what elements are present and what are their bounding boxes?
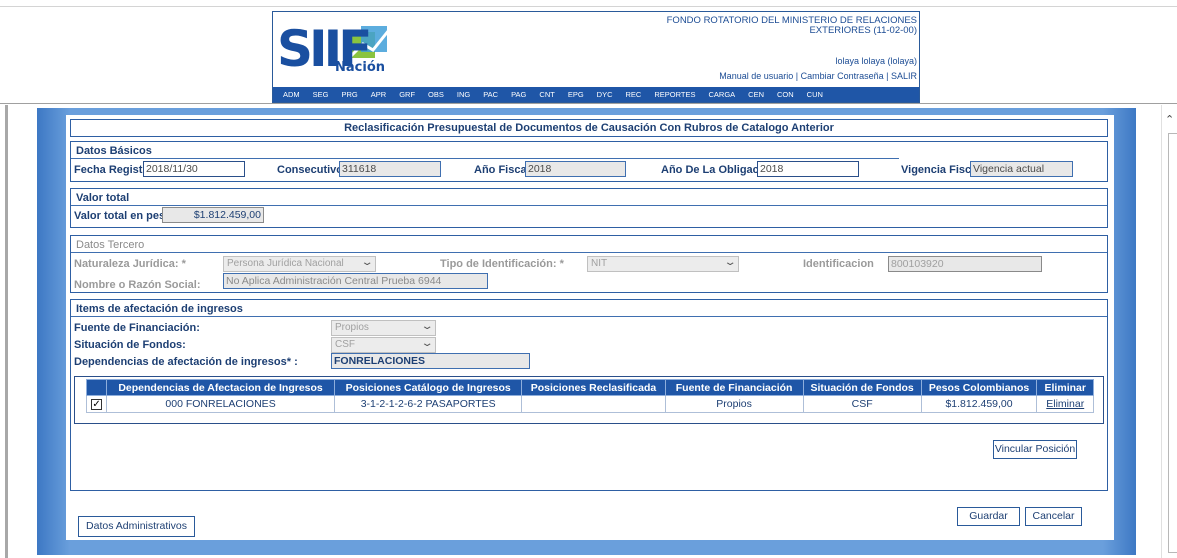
row-posicion: 3-1-2-1-2-6-2 PASAPORTES	[333, 395, 523, 413]
menu-item-cnt[interactable]: CNT	[539, 90, 554, 99]
section-title: Datos Básicos	[71, 142, 899, 159]
dependencias-label: Dependencias de afectación de ingresos* …	[74, 356, 298, 368]
nombre-label: Nombre o Razón Social:	[74, 279, 201, 291]
menu-item-adm[interactable]: ADM	[283, 90, 300, 99]
vigencia-field: Vigencia actual	[970, 161, 1073, 177]
grid-header-posiciones: Posiciones Catálogo de Ingresos	[333, 379, 523, 396]
datos-administrativos-button[interactable]: Datos Administrativos	[78, 516, 195, 537]
items-grid: Dependencias de Afectacion de Ingresos P…	[85, 379, 1094, 413]
caret-up-icon[interactable]: ⌃	[1165, 113, 1174, 126]
link-separator: |	[793, 71, 801, 81]
tipo-id-value: NIT	[591, 258, 608, 269]
check-icon[interactable]: ✓	[91, 399, 103, 410]
grid-header-row: Dependencias de Afectacion de Ingresos P…	[85, 379, 1094, 396]
dependencias-field: FONRELACIONES	[331, 353, 530, 369]
row-fuente: Propios	[664, 395, 804, 413]
link-separator: |	[883, 71, 891, 81]
menu-item-pac[interactable]: PAC	[483, 90, 498, 99]
grid-header-situacion: Situación de Fondos	[802, 379, 922, 396]
row-situacion: CSF	[802, 395, 922, 413]
menu-item-con[interactable]: CON	[777, 90, 794, 99]
section-title: Valor total	[71, 189, 1107, 206]
logout-link[interactable]: SALIR	[891, 71, 917, 81]
row-dependencia: 000 FONRELACIONES	[106, 395, 335, 413]
fuente-label: Fuente de Financiación:	[74, 322, 200, 334]
page-title: Reclasificación Presupuestal de Document…	[344, 122, 834, 134]
grid-container: Dependencias de Afectacion de Ingresos P…	[74, 376, 1104, 424]
naturaleza-label: Naturaleza Jurídica: *	[74, 258, 186, 270]
row-eliminar-cell: Eliminar	[1036, 395, 1094, 413]
valor-total-field: $1.812.459,00	[162, 207, 264, 223]
org-name: FONDO ROTATORIO DEL MINISTERIO DE RELACI…	[666, 15, 917, 36]
naturaleza-select: Persona Jurídica Nacional ⌄	[223, 256, 376, 272]
grid-header-fuente: Fuente de Financiación	[664, 379, 804, 396]
anio-fiscal-field: 2018	[525, 161, 626, 177]
menu-item-ing[interactable]: ING	[457, 90, 470, 99]
fuente-select: Propios ⌄	[331, 320, 436, 336]
identificacion-label: Identificacion	[803, 258, 874, 270]
row-pesos: $1.812.459,00	[920, 395, 1038, 413]
main-menu: ADM SEG PRG APR GRF OBS ING PAC PAG CNT …	[273, 87, 919, 102]
situacion-value: CSF	[335, 339, 355, 350]
grid-header-check	[85, 379, 108, 396]
tipo-id-label: Tipo de Identificación: *	[440, 258, 564, 270]
header-box: SIIF Nación FONDO ROTATORIO DEL MINISTER…	[272, 11, 920, 103]
left-scroll-strip	[5, 105, 8, 558]
anio-obligacion-field[interactable]: 2018	[757, 161, 859, 177]
menu-item-epg[interactable]: EPG	[568, 90, 584, 99]
grid-header-dependencias: Dependencias de Afectacion de Ingresos	[106, 379, 335, 396]
menu-item-reportes[interactable]: REPORTES	[654, 90, 695, 99]
row-reclasificada	[521, 395, 666, 413]
nombre-field: No Aplica Administración Central Prueba …	[223, 273, 488, 289]
menu-item-rec[interactable]: REC	[626, 90, 642, 99]
row-check-cell: ✓	[85, 395, 108, 413]
grid-header-pesos: Pesos Colombianos	[920, 379, 1038, 396]
menu-item-prg[interactable]: PRG	[342, 90, 358, 99]
user-links: Manual de usuario | Cambiar Contraseña |…	[719, 71, 917, 81]
menu-item-pag[interactable]: PAG	[511, 90, 526, 99]
fecha-registro-field[interactable]: 2018/11/30	[143, 161, 245, 177]
fuente-value: Propios	[335, 322, 369, 333]
scroll-track[interactable]	[1168, 133, 1177, 553]
save-button[interactable]: Guardar	[957, 507, 1020, 526]
right-scrollbar[interactable]: ⌃	[1161, 105, 1177, 558]
menu-item-dyc[interactable]: DYC	[597, 90, 613, 99]
situacion-label: Situación de Fondos:	[74, 339, 186, 351]
chevron-down-icon: ⌄	[420, 338, 434, 349]
menu-item-cen[interactable]: CEN	[748, 90, 764, 99]
grid-header-eliminar: Eliminar	[1036, 379, 1094, 396]
form-title-bar: Reclasificación Presupuestal de Document…	[70, 119, 1108, 137]
table-row: ✓ 000 FONRELACIONES 3-1-2-1-2-6-2 PASAPO…	[85, 395, 1094, 413]
eliminar-link[interactable]: Eliminar	[1046, 398, 1084, 410]
menu-item-obs[interactable]: OBS	[428, 90, 444, 99]
menu-item-carga[interactable]: CARGA	[708, 90, 735, 99]
consecutivo-label: Consecutivo:	[277, 164, 347, 176]
identificacion-field: 800103920	[888, 256, 1042, 272]
siif-logo: SIIF Nación	[277, 22, 417, 80]
logo-subtext: Nación	[335, 60, 386, 75]
naturaleza-value: Persona Jurídica Nacional	[227, 258, 344, 269]
chevron-down-icon: ⌄	[360, 257, 374, 268]
menu-item-apr[interactable]: APR	[371, 90, 386, 99]
consecutivo-field: 311618	[339, 161, 441, 177]
vincular-posicion-button[interactable]: Vincular Posición	[993, 440, 1077, 459]
chevron-down-icon: ⌄	[723, 257, 737, 268]
app-header: SIIF Nación FONDO ROTATORIO DEL MINISTER…	[0, 0, 1177, 103]
situacion-select: CSF ⌄	[331, 337, 436, 353]
section-title: Datos Tercero	[71, 236, 1107, 253]
change-password-link[interactable]: Cambiar Contraseña	[801, 71, 884, 81]
user-name: lolaya lolaya (lolaya)	[835, 56, 917, 66]
top-rule	[0, 6, 1177, 7]
grid-header-reclasificada: Posiciones Reclasificada	[521, 379, 666, 396]
manual-link[interactable]: Manual de usuario	[719, 71, 793, 81]
section-title: Items de afectación de ingresos	[71, 300, 1107, 317]
cancel-button[interactable]: Cancelar	[1025, 507, 1082, 526]
menu-item-seg[interactable]: SEG	[313, 90, 329, 99]
menu-item-grf[interactable]: GRF	[399, 90, 415, 99]
menu-item-cun[interactable]: CUN	[807, 90, 823, 99]
chevron-down-icon: ⌄	[420, 321, 434, 332]
tipo-id-select: NIT ⌄	[587, 256, 739, 272]
